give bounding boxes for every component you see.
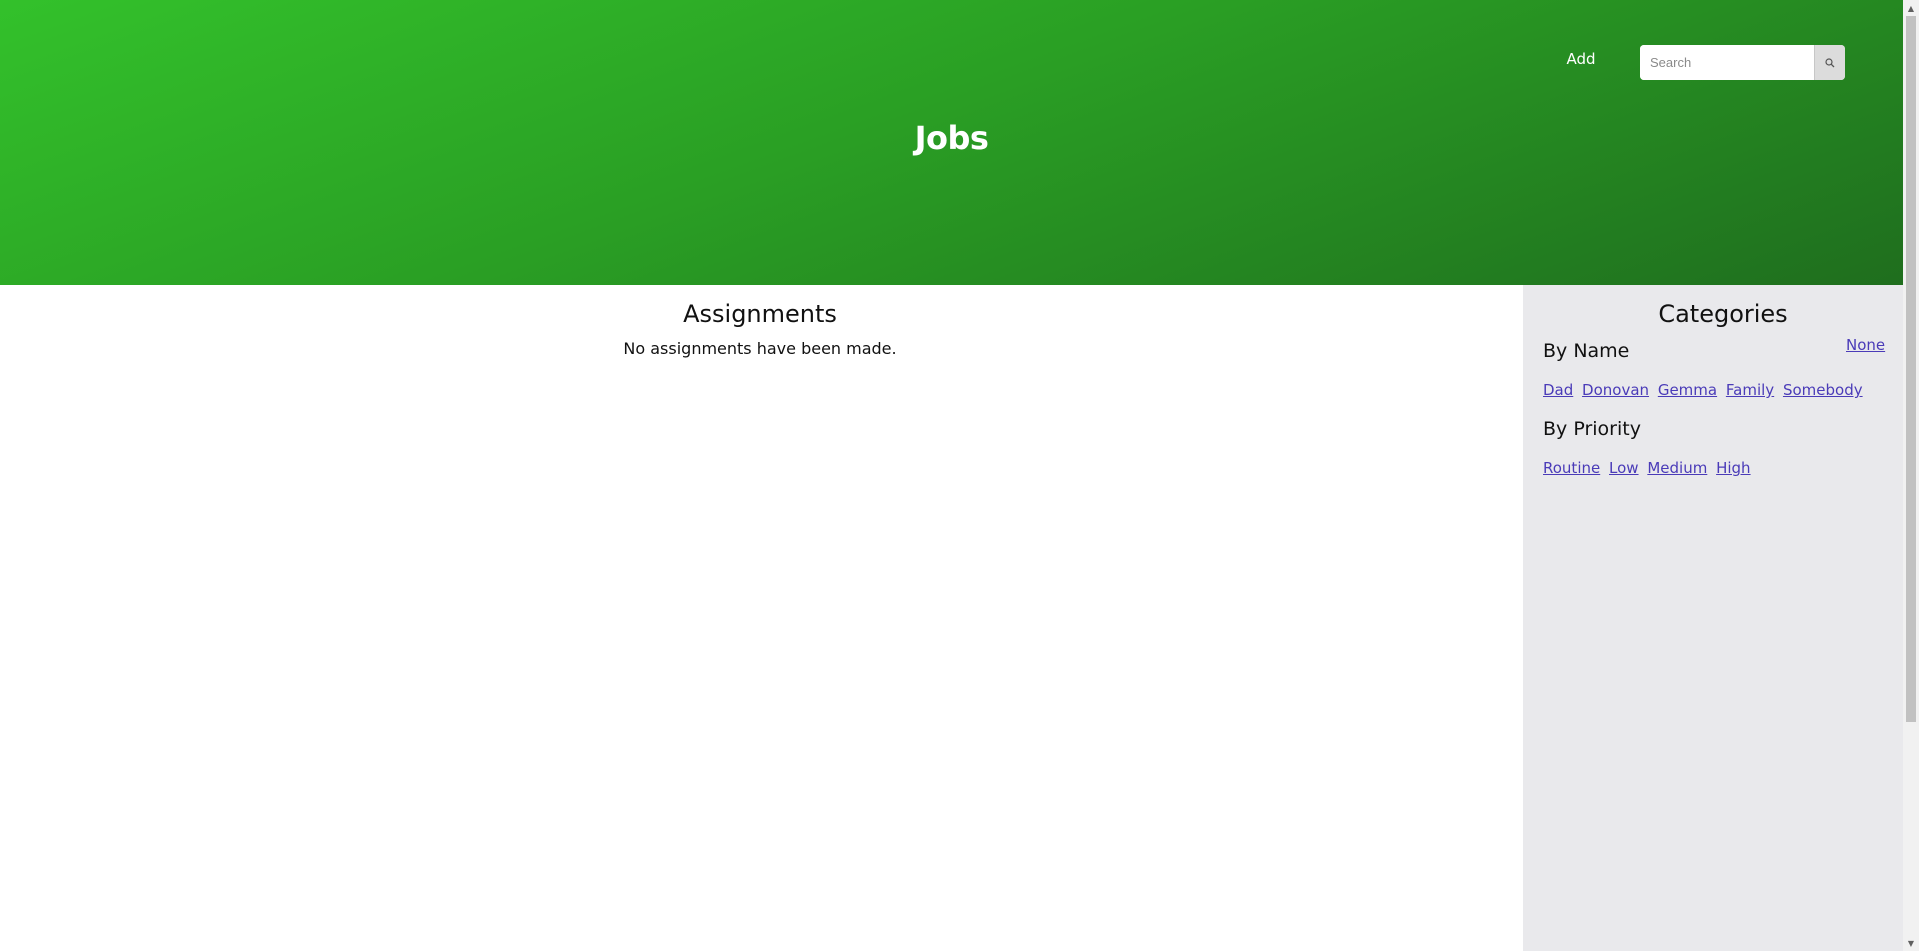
search-box (1640, 45, 1845, 80)
scroll-down-icon[interactable]: ▼ (1903, 935, 1919, 951)
category-link-somebody[interactable]: Somebody (1783, 381, 1863, 399)
page-title: Jobs (914, 119, 989, 157)
search-input[interactable] (1640, 45, 1814, 80)
scrollbar-thumb[interactable] (1906, 16, 1916, 722)
category-link-gemma[interactable]: Gemma (1658, 381, 1717, 399)
search-icon (1825, 53, 1835, 72)
category-link-family[interactable]: Family (1726, 381, 1774, 399)
scroll-up-icon[interactable]: ▲ (1903, 0, 1919, 16)
assignments-heading: Assignments (683, 300, 837, 328)
by-name-links: Dad Donovan Gemma Family Somebody (1543, 381, 1867, 399)
by-name-heading: By Name (1543, 340, 1630, 362)
categories-heading: Categories (1658, 300, 1788, 328)
category-link-dad[interactable]: Dad (1543, 381, 1573, 399)
header-banner: Add Jobs (0, 0, 1903, 285)
priority-link-low[interactable]: Low (1609, 459, 1639, 477)
none-link[interactable]: None (1846, 336, 1885, 354)
by-priority-links: Routine Low Medium High (1543, 459, 1755, 477)
vertical-scrollbar[interactable]: ▲ ▼ (1903, 0, 1919, 951)
search-button[interactable] (1814, 45, 1845, 80)
by-priority-heading: By Priority (1543, 418, 1641, 440)
priority-link-medium[interactable]: Medium (1647, 459, 1707, 477)
page: Add Jobs Assignments No assignments have… (0, 0, 1903, 951)
category-link-donovan[interactable]: Donovan (1582, 381, 1649, 399)
priority-link-high[interactable]: High (1716, 459, 1750, 477)
priority-link-routine[interactable]: Routine (1543, 459, 1600, 477)
empty-message: No assignments have been made. (623, 339, 897, 358)
add-link[interactable]: Add (1556, 50, 1606, 68)
